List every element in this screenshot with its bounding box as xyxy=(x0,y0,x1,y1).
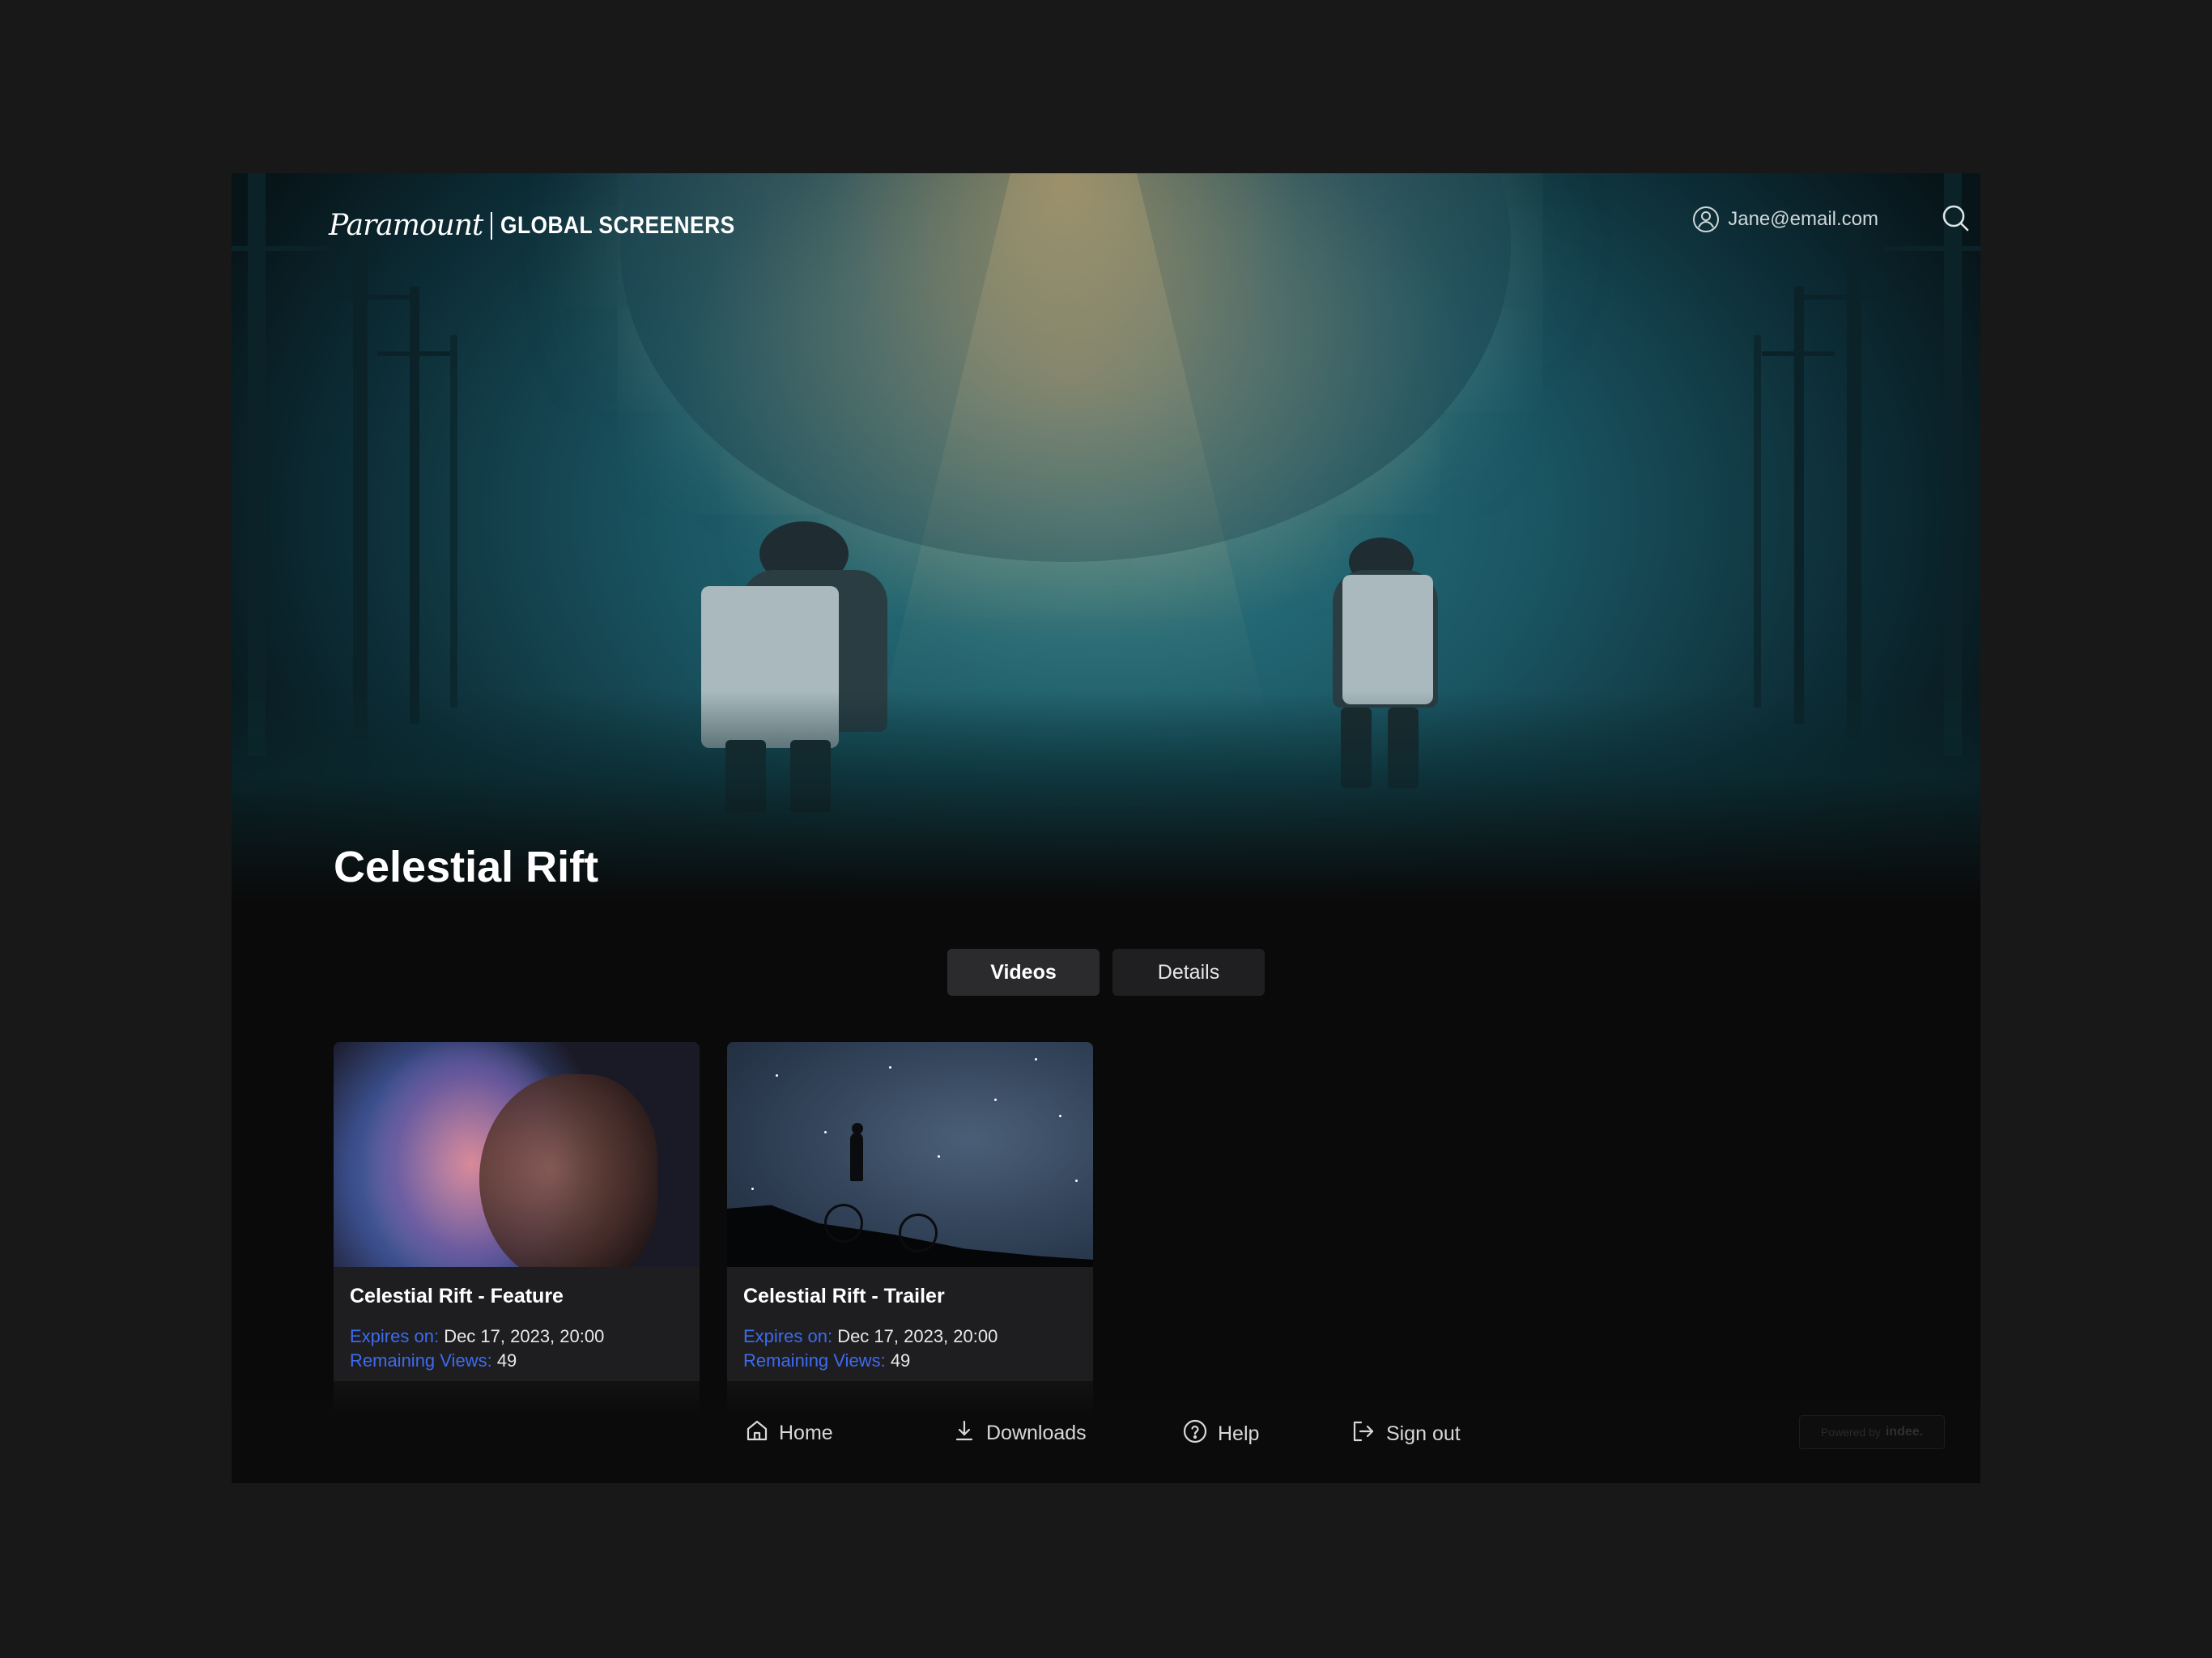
star xyxy=(938,1155,940,1158)
star xyxy=(889,1066,891,1069)
views-label: Remaining Views: xyxy=(350,1350,492,1371)
power-pole-arm xyxy=(377,351,450,356)
star xyxy=(824,1131,827,1133)
nav-home[interactable]: Home xyxy=(745,1418,833,1448)
bicycle-wheel xyxy=(824,1204,863,1243)
video-card-feature[interactable]: Celestial Rift - Feature Expires on: Dec… xyxy=(334,1042,700,1431)
power-pole-arm xyxy=(1883,246,1980,251)
power-pole xyxy=(1847,222,1861,740)
brand-logo[interactable]: Paramount GLOBAL SCREENERS xyxy=(329,209,768,242)
expires-label: Expires on: xyxy=(350,1326,440,1346)
nav-sign-out-label: Sign out xyxy=(1386,1422,1461,1445)
logo-divider xyxy=(491,211,493,240)
star xyxy=(1075,1180,1078,1182)
video-title: Celestial Rift - Trailer xyxy=(743,1285,945,1307)
sign-out-icon xyxy=(1351,1418,1376,1450)
tab-details[interactable]: Details xyxy=(1112,949,1265,996)
powered-by-badge[interactable]: Powered by indee. xyxy=(1799,1415,1945,1449)
expiry-line: Expires on: Dec 17, 2023, 20:00 xyxy=(743,1326,1077,1347)
user-account[interactable]: Jane@email.com xyxy=(1692,206,1878,233)
power-pole xyxy=(1754,335,1761,708)
logo-text: GLOBAL SCREENERS xyxy=(500,211,736,239)
views-line: Remaining Views: 49 xyxy=(743,1350,1077,1371)
nav-help-label: Help xyxy=(1218,1422,1260,1445)
power-pole-arm xyxy=(232,246,329,251)
download-icon xyxy=(952,1418,976,1448)
astronaut-backpack xyxy=(1342,575,1433,704)
star xyxy=(994,1099,997,1101)
user-email: Jane@email.com xyxy=(1728,208,1878,230)
power-pole-arm xyxy=(1762,351,1835,356)
bicycle-wheel xyxy=(899,1214,938,1252)
video-card-trailer[interactable]: Celestial Rift - Trailer Expires on: Dec… xyxy=(727,1042,1093,1431)
power-pole xyxy=(248,173,266,756)
bottom-navigation: Home Downloads Help Sign out Powered by … xyxy=(232,1381,1980,1483)
logo-script: Paramount xyxy=(329,209,483,242)
powered-by-prefix: Powered by xyxy=(1820,1426,1881,1439)
power-pole-arm xyxy=(313,295,410,300)
rider-silhouette xyxy=(850,1133,863,1181)
nav-help[interactable]: Help xyxy=(1182,1418,1259,1450)
nav-sign-out[interactable]: Sign out xyxy=(1351,1418,1461,1450)
tab-bar: Videos Details xyxy=(947,949,1265,996)
card-body: Celestial Rift - Trailer Expires on: Dec… xyxy=(727,1267,1093,1392)
video-title: Celestial Rift - Feature xyxy=(350,1285,564,1307)
expires-label: Expires on: xyxy=(743,1326,833,1346)
user-circle-icon xyxy=(1692,206,1720,233)
views-label: Remaining Views: xyxy=(743,1350,886,1371)
star xyxy=(1035,1058,1037,1061)
video-thumbnail[interactable] xyxy=(727,1042,1093,1267)
thumbnail-face xyxy=(479,1074,657,1267)
views-value: 49 xyxy=(496,1350,517,1371)
hero-banner: Paramount GLOBAL SCREENERS Jane@email.co… xyxy=(232,173,1980,902)
video-list: Celestial Rift - Feature Expires on: Dec… xyxy=(334,1042,1093,1431)
expires-value: Dec 17, 2023, 20:00 xyxy=(444,1326,605,1346)
nav-downloads[interactable]: Downloads xyxy=(952,1418,1087,1448)
power-pole xyxy=(1944,173,1962,756)
page-title: Celestial Rift xyxy=(334,843,599,891)
expiry-line: Expires on: Dec 17, 2023, 20:00 xyxy=(350,1326,683,1347)
help-circle-icon xyxy=(1182,1418,1208,1450)
app-window: Paramount GLOBAL SCREENERS Jane@email.co… xyxy=(232,173,1980,1483)
video-thumbnail[interactable] xyxy=(334,1042,700,1267)
star xyxy=(776,1074,778,1077)
star xyxy=(751,1188,754,1190)
nav-downloads-label: Downloads xyxy=(986,1422,1087,1444)
views-value: 49 xyxy=(890,1350,911,1371)
views-line: Remaining Views: 49 xyxy=(350,1350,683,1371)
tab-videos[interactable]: Videos xyxy=(947,949,1100,996)
power-pole-arm xyxy=(1802,295,1899,300)
expires-value: Dec 17, 2023, 20:00 xyxy=(837,1326,998,1346)
search-icon[interactable] xyxy=(1940,202,1971,233)
power-pole xyxy=(450,335,457,708)
card-body: Celestial Rift - Feature Expires on: Dec… xyxy=(334,1267,700,1392)
star xyxy=(1059,1115,1061,1117)
power-pole xyxy=(353,222,368,740)
powered-by-brand: indee. xyxy=(1885,1425,1924,1439)
nav-home-label: Home xyxy=(779,1422,833,1444)
home-icon xyxy=(745,1418,769,1448)
